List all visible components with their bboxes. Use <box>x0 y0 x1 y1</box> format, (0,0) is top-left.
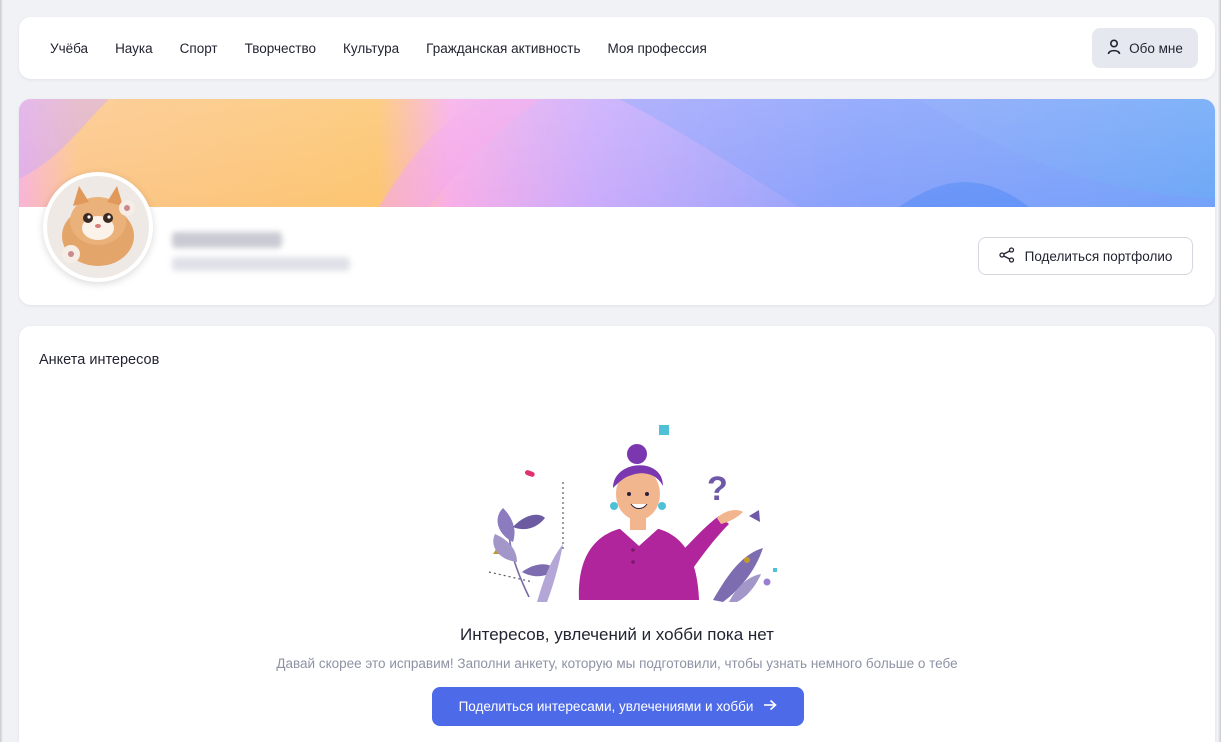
window-edge-left <box>0 0 3 742</box>
nav-item-science[interactable]: Наука <box>115 41 153 56</box>
share-portfolio-button[interactable]: Поделиться портфолио <box>978 237 1193 275</box>
share-interests-label: Поделиться интересами, увлечениями и хоб… <box>458 699 754 714</box>
svg-text:?: ? <box>707 470 728 508</box>
nav-item-sport[interactable]: Спорт <box>180 41 218 56</box>
kitten-avatar-image <box>47 176 149 278</box>
arrow-right-icon <box>763 699 778 714</box>
profile-banner <box>19 99 1215 207</box>
nav-item-my-profession[interactable]: Моя профессия <box>608 41 707 56</box>
share-icon <box>998 246 1015 266</box>
nav-item-culture[interactable]: Культура <box>343 41 399 56</box>
nav-menu: Учёба Наука Спорт Творчество Культура Гр… <box>50 17 734 79</box>
nav-item-creativity[interactable]: Творчество <box>245 41 316 56</box>
about-me-button[interactable]: Обо мне <box>1092 28 1198 68</box>
user-icon <box>1107 38 1121 58</box>
user-subtitle-hidden <box>172 257 350 271</box>
about-me-label: Обо мне <box>1129 40 1183 56</box>
empty-state-title: Интересов, увлечений и хобби пока нет <box>460 625 774 644</box>
profile-card: Поделиться портфолио <box>19 99 1215 305</box>
user-name-hidden <box>172 232 282 248</box>
empty-state-description: Давай скорее это исправим! Заполни анкет… <box>276 656 958 671</box>
empty-state-illustration: ? <box>467 422 779 602</box>
top-navbar: Учёба Наука Спорт Творчество Культура Гр… <box>19 17 1215 79</box>
interests-card: Анкета интересов ? Интересов, увлечений … <box>19 326 1215 742</box>
share-portfolio-label: Поделиться портфолио <box>1024 248 1173 264</box>
nav-item-civic-activity[interactable]: Гражданская активность <box>426 41 580 56</box>
share-interests-button[interactable]: Поделиться интересами, увлечениями и хоб… <box>432 687 804 726</box>
section-title: Анкета интересов <box>39 352 160 368</box>
nav-item-study[interactable]: Учёба <box>50 41 88 56</box>
avatar[interactable] <box>43 172 153 282</box>
